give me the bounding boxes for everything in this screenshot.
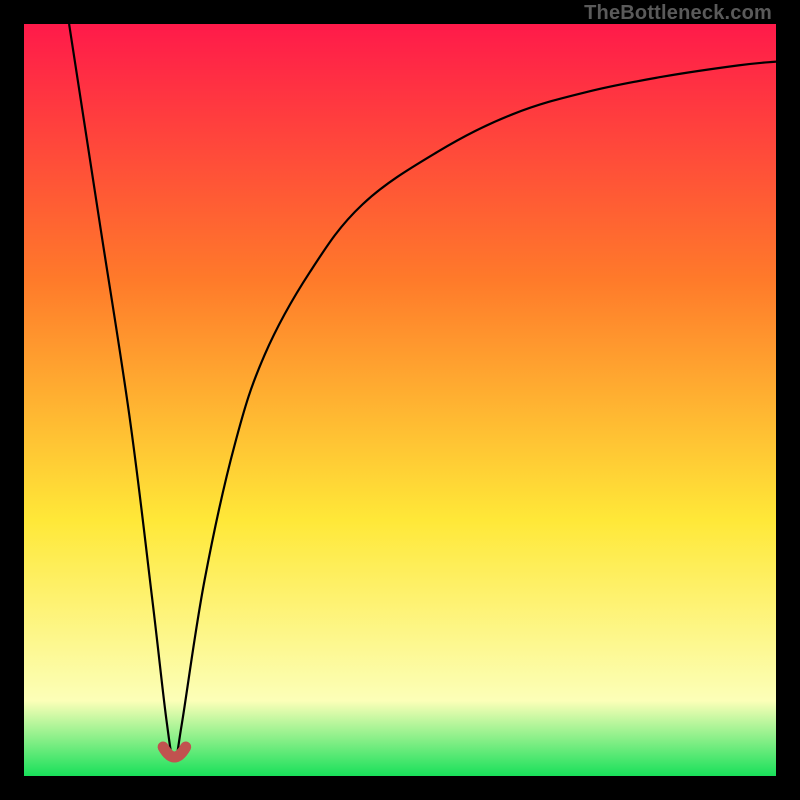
chart-frame <box>24 24 776 776</box>
chart-plot <box>24 24 776 776</box>
bottleneck-curve-path <box>69 24 776 761</box>
watermark-text: TheBottleneck.com <box>584 2 772 25</box>
dip-marker <box>163 747 186 757</box>
